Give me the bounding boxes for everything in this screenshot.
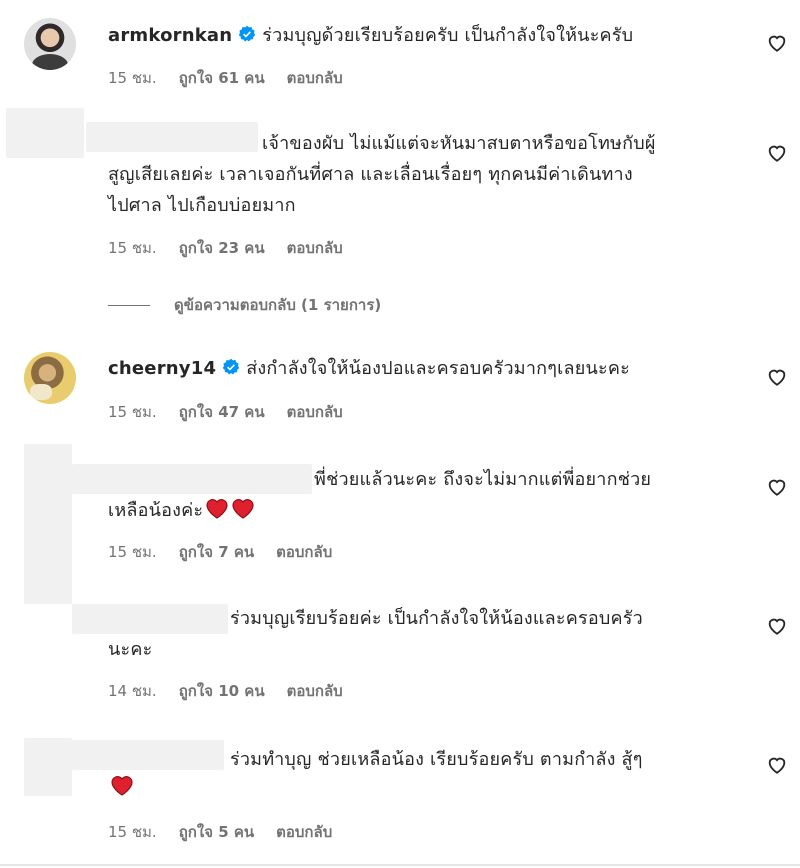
comment-username[interactable]: armkornkan bbox=[108, 25, 232, 46]
reply-button[interactable]: ตอบกลับ bbox=[287, 682, 343, 700]
blurred-username bbox=[72, 464, 312, 494]
comment-text: ร่วมทำบุญ ช่วยเหลือน้อง เรียบร้อยครับ ตา… bbox=[230, 749, 643, 770]
comment-likes[interactable]: ถูกใจ 5 คน bbox=[179, 823, 254, 841]
avatar[interactable] bbox=[24, 352, 76, 404]
heart-outline-icon[interactable] bbox=[766, 142, 788, 164]
comment-time[interactable]: 15 ชม. bbox=[108, 543, 157, 561]
comment-username[interactable]: cheerny14 bbox=[108, 358, 216, 379]
comment-likes[interactable]: ถูกใจ 47 คน bbox=[179, 403, 265, 421]
red-heart-emoji-icon bbox=[111, 776, 133, 796]
comment-likes[interactable]: ถูกใจ 10 คน bbox=[179, 682, 265, 700]
comment-text: สูญเสียเลยค่ะ เวลาเจอกันที่ศาล และเลื่อน… bbox=[108, 164, 633, 185]
heart-outline-icon[interactable] bbox=[766, 366, 788, 388]
comment-time[interactable]: 15 ชม. bbox=[108, 403, 157, 421]
comment-text: เหลือน้องค่ะ bbox=[108, 500, 204, 521]
blurred-username bbox=[86, 122, 258, 152]
heart-outline-icon[interactable] bbox=[766, 615, 788, 637]
verified-badge-icon bbox=[222, 358, 240, 375]
comment-text: ไปศาล ไปเกือบบ่อยมาก bbox=[108, 195, 296, 216]
divider bbox=[0, 864, 800, 866]
comment-time[interactable]: 15 ชม. bbox=[108, 239, 157, 257]
avatar[interactable] bbox=[24, 18, 76, 70]
reply-button[interactable]: ตอบกลับ bbox=[276, 543, 332, 561]
comment-text: พี่ช่วยแล้วนะคะ ถึงจะไม่มากแต่พี่อยากช่ว… bbox=[314, 469, 652, 490]
comment-time[interactable]: 15 ชม. bbox=[108, 823, 157, 841]
reply-button[interactable]: ตอบกลับ bbox=[287, 403, 343, 421]
comment-text: ร่วมบุญด้วยเรียบร้อยครับ เป็นกำลังใจให้น… bbox=[262, 25, 634, 46]
red-heart-emoji-icon bbox=[206, 499, 228, 519]
reply-button[interactable]: ตอบกลับ bbox=[276, 823, 332, 841]
blurred-username bbox=[72, 604, 228, 634]
reply-button[interactable]: ตอบกลับ bbox=[287, 69, 343, 87]
blurred-username bbox=[72, 740, 224, 770]
comment-likes[interactable]: ถูกใจ 7 คน bbox=[179, 543, 254, 561]
reply-button[interactable]: ตอบกลับ bbox=[287, 239, 343, 257]
view-replies-button[interactable]: ดูข้อความตอบกลับ (1 รายการ) bbox=[108, 293, 381, 317]
red-heart-emoji-icon bbox=[232, 499, 254, 519]
comment-text: ส่งกำลังใจให้น้องปอและครอบครัวมากๆเลยนะค… bbox=[246, 358, 630, 379]
blurred-avatar bbox=[24, 444, 72, 604]
comment-text: เจ้าของผับ ไม่แม้แต่จะหันมาสบตาหรือขอโทษ… bbox=[262, 133, 656, 154]
comment-time[interactable]: 14 ชม. bbox=[108, 682, 157, 700]
verified-badge-icon bbox=[239, 25, 256, 42]
blurred-avatar bbox=[6, 108, 84, 158]
divider bbox=[108, 305, 150, 306]
comment-text: ร่วมบุญเรียบร้อยค่ะ เป็นกำลังใจให้น้องแล… bbox=[230, 608, 643, 629]
blurred-avatar bbox=[24, 738, 72, 796]
comment-likes[interactable]: ถูกใจ 23 คน bbox=[179, 239, 265, 257]
comment-text: นะคะ bbox=[108, 639, 153, 660]
comment-likes[interactable]: ถูกใจ 61 คน bbox=[179, 69, 265, 87]
comment-time[interactable]: 15 ชม. bbox=[108, 69, 157, 87]
heart-outline-icon[interactable] bbox=[766, 32, 788, 54]
heart-outline-icon[interactable] bbox=[766, 476, 788, 498]
heart-outline-icon[interactable] bbox=[766, 754, 788, 776]
